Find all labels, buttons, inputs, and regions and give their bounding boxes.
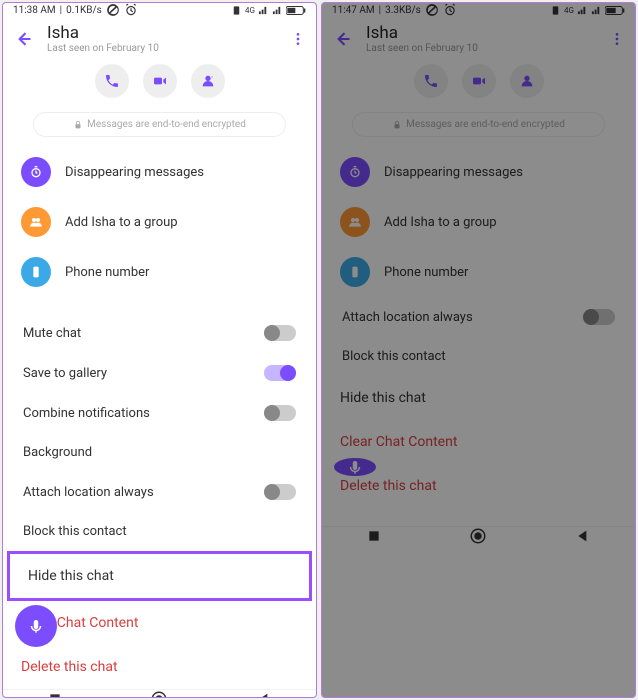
- delete-chat-option[interactable]: Delete this chat: [3, 645, 316, 689]
- status-bar: 11:38 AM | 0.1KB/s 4G: [3, 3, 316, 17]
- group-icon: [21, 207, 51, 237]
- status-time: 11:47 AM: [332, 5, 375, 16]
- sim-icon: [231, 5, 242, 16]
- toggle-on[interactable]: [264, 365, 296, 381]
- status-net-type: 4G: [564, 6, 574, 15]
- phone-number-option[interactable]: Phone number: [334, 247, 623, 297]
- lock-icon: [392, 120, 402, 130]
- lock-icon: [73, 120, 83, 130]
- menu-icon[interactable]: [609, 31, 625, 47]
- nav-back-icon[interactable]: [256, 691, 272, 698]
- add-to-group-option[interactable]: Add Isha to a group: [15, 197, 304, 247]
- signal-icon: [258, 5, 269, 16]
- disappearing-messages-option[interactable]: Disappearing messages: [15, 147, 304, 197]
- voice-button[interactable]: [334, 458, 376, 476]
- menu-icon[interactable]: [290, 31, 306, 47]
- phone-icon: [340, 257, 370, 287]
- timer-icon: [21, 157, 51, 187]
- contact-name: Isha: [47, 23, 276, 43]
- combine-notifications-toggle[interactable]: Combine notifications: [21, 393, 298, 433]
- video-call-button[interactable]: [143, 64, 177, 98]
- call-actions: [3, 60, 316, 108]
- signal-icon-2: [272, 5, 283, 16]
- voice-call-button[interactable]: [95, 64, 129, 98]
- attach-location-toggle[interactable]: Attach location always: [340, 297, 617, 337]
- nav-bar: [3, 689, 316, 698]
- status-net-rate: 3.3KB/s: [385, 5, 421, 16]
- disappearing-messages-option[interactable]: Disappearing messages: [334, 147, 623, 197]
- sim-icon: [550, 5, 561, 16]
- alarm-icon: [124, 3, 138, 17]
- dnd-icon: [425, 3, 439, 17]
- back-icon[interactable]: [332, 29, 352, 49]
- nav-back-icon[interactable]: [575, 528, 591, 544]
- chat-header: Isha Last seen on February 10: [322, 17, 635, 60]
- call-actions: [322, 60, 635, 108]
- phone-right: 11:47 AM | 3.3KB/s 4G Isha Last seen on …: [321, 2, 636, 698]
- block-contact-option[interactable]: Block this contact: [21, 512, 298, 551]
- dnd-icon: [106, 3, 120, 17]
- nav-bar: [322, 526, 635, 545]
- nav-home-icon[interactable]: [150, 690, 168, 698]
- toggle-off[interactable]: [264, 325, 296, 341]
- mute-chat-toggle[interactable]: Mute chat: [21, 313, 298, 353]
- back-icon[interactable]: [13, 29, 33, 49]
- phone-number-option[interactable]: Phone number: [15, 247, 304, 297]
- hide-chat-option[interactable]: Hide this chat: [322, 376, 635, 420]
- phone-left: 11:38 AM | 0.1KB/s 4G Isha Last seen on …: [2, 2, 317, 698]
- attach-location-toggle[interactable]: Attach location always: [21, 472, 298, 512]
- group-icon: [340, 207, 370, 237]
- toggle-off[interactable]: [264, 405, 296, 421]
- status-net-rate: 0.1KB/s: [66, 5, 102, 16]
- status-time: 11:38 AM: [13, 5, 56, 16]
- last-seen: Last seen on February 10: [47, 43, 276, 54]
- status-net-type: 4G: [245, 6, 255, 15]
- nav-recent-icon[interactable]: [366, 528, 382, 544]
- battery-icon: [605, 5, 625, 16]
- encryption-notice: Messages are end-to-end encrypted: [352, 112, 605, 137]
- voice-button[interactable]: [15, 605, 57, 647]
- chat-header: Isha Last seen on February 10: [3, 17, 316, 60]
- battery-icon: [286, 5, 306, 16]
- add-contact-button[interactable]: [510, 64, 544, 98]
- nav-home-icon[interactable]: [469, 527, 487, 545]
- status-bar: 11:47 AM | 3.3KB/s 4G: [322, 3, 635, 17]
- add-contact-button[interactable]: [191, 64, 225, 98]
- encryption-notice: Messages are end-to-end encrypted: [33, 112, 286, 137]
- status-divider: |: [60, 5, 62, 16]
- signal-icon: [577, 5, 588, 16]
- encryption-label: Messages are end-to-end encrypted: [87, 119, 246, 130]
- block-contact-option[interactable]: Block this contact: [340, 337, 617, 376]
- phone-icon: [21, 257, 51, 287]
- delete-chat-option[interactable]: Delete this chat: [322, 464, 635, 508]
- add-to-group-option[interactable]: Add Isha to a group: [334, 197, 623, 247]
- nav-recent-icon[interactable]: [47, 691, 63, 698]
- timer-icon: [340, 157, 370, 187]
- toggle-off[interactable]: [264, 484, 296, 500]
- last-seen: Last seen on February 10: [366, 43, 595, 54]
- save-gallery-toggle[interactable]: Save to gallery: [21, 353, 298, 393]
- signal-icon-2: [591, 5, 602, 16]
- contact-name: Isha: [366, 23, 595, 43]
- toggle-off[interactable]: [583, 309, 615, 325]
- clear-chat-option[interactable]: Clear Chat Content: [322, 420, 635, 464]
- alarm-icon: [443, 3, 457, 17]
- voice-call-button[interactable]: [414, 64, 448, 98]
- hide-chat-option[interactable]: Hide this chat: [10, 554, 309, 598]
- background-option[interactable]: Background: [21, 433, 298, 472]
- highlighted-option: Hide this chat: [7, 551, 312, 601]
- video-call-button[interactable]: [462, 64, 496, 98]
